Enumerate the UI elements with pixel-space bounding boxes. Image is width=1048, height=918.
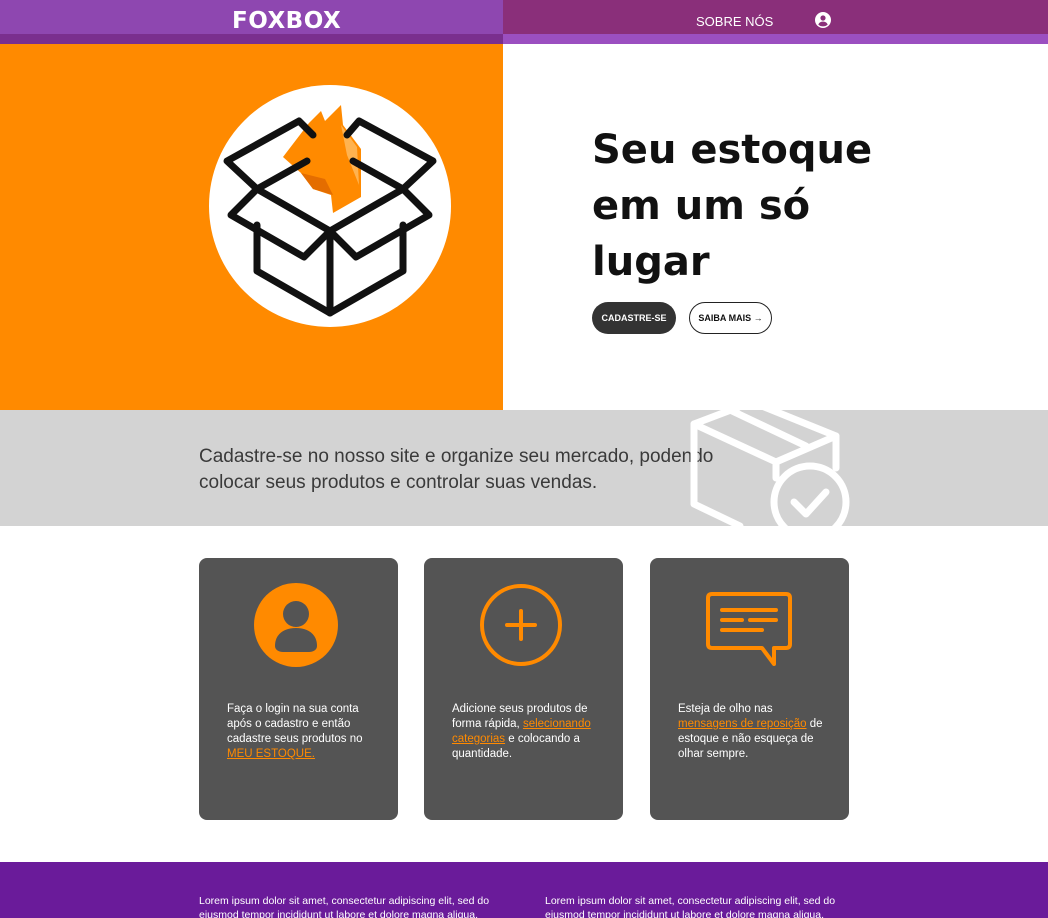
feature-card-messages: Esteja de olho nas mensagens de reposiçã…	[650, 558, 849, 820]
feature-card-add-products: Adicione seus produtos de forma rápida, …	[424, 558, 623, 820]
info-band: Cadastre-se no nosso site e organize seu…	[0, 410, 1048, 526]
user-circle-icon[interactable]	[815, 12, 831, 28]
restock-messages-link[interactable]: mensagens de reposição	[678, 718, 807, 730]
header-left-stripe	[0, 34, 503, 44]
card-text-messages: Esteja de olho nas mensagens de reposiçã…	[678, 703, 823, 760]
learn-more-button[interactable]: SAIBA MAIS →	[689, 302, 772, 334]
brand-logo-text[interactable]: FOXBOX	[232, 8, 341, 34]
my-stock-link[interactable]: MEU ESTOQUE.	[227, 748, 315, 760]
footer-text-right: Lorem ipsum dolor sit amet, consectetur …	[545, 895, 836, 918]
card-text-login: Faça o login na sua conta após o cadastr…	[227, 703, 363, 760]
fox-box-logo-icon	[223, 105, 437, 317]
header-right-panel	[503, 0, 1048, 34]
footer-text-left: Lorem ipsum dolor sit amet, consectetur …	[199, 895, 490, 918]
band-text: Cadastre-se no nosso site e organize seu…	[199, 446, 714, 493]
signup-button[interactable]: CADASTRE-SE	[592, 302, 676, 334]
top-header: FOXBOX SOBRE NÓS	[0, 0, 1048, 44]
plus-circle-icon	[480, 584, 562, 666]
user-icon	[254, 583, 338, 667]
box-check-icon	[690, 410, 850, 526]
footer: Lorem ipsum dolor sit amet, consectetur …	[0, 862, 1048, 918]
feature-card-login: Faça o login na sua conta após o cadastr…	[199, 558, 398, 820]
nav-about-link[interactable]: SOBRE NÓS	[696, 14, 773, 29]
header-right-stripe	[503, 34, 1048, 44]
message-icon	[706, 592, 792, 666]
hero-title: Seu estoque em um só lugar	[592, 127, 873, 285]
card-text-add-products: Adicione seus produtos de forma rápida, …	[452, 703, 591, 760]
